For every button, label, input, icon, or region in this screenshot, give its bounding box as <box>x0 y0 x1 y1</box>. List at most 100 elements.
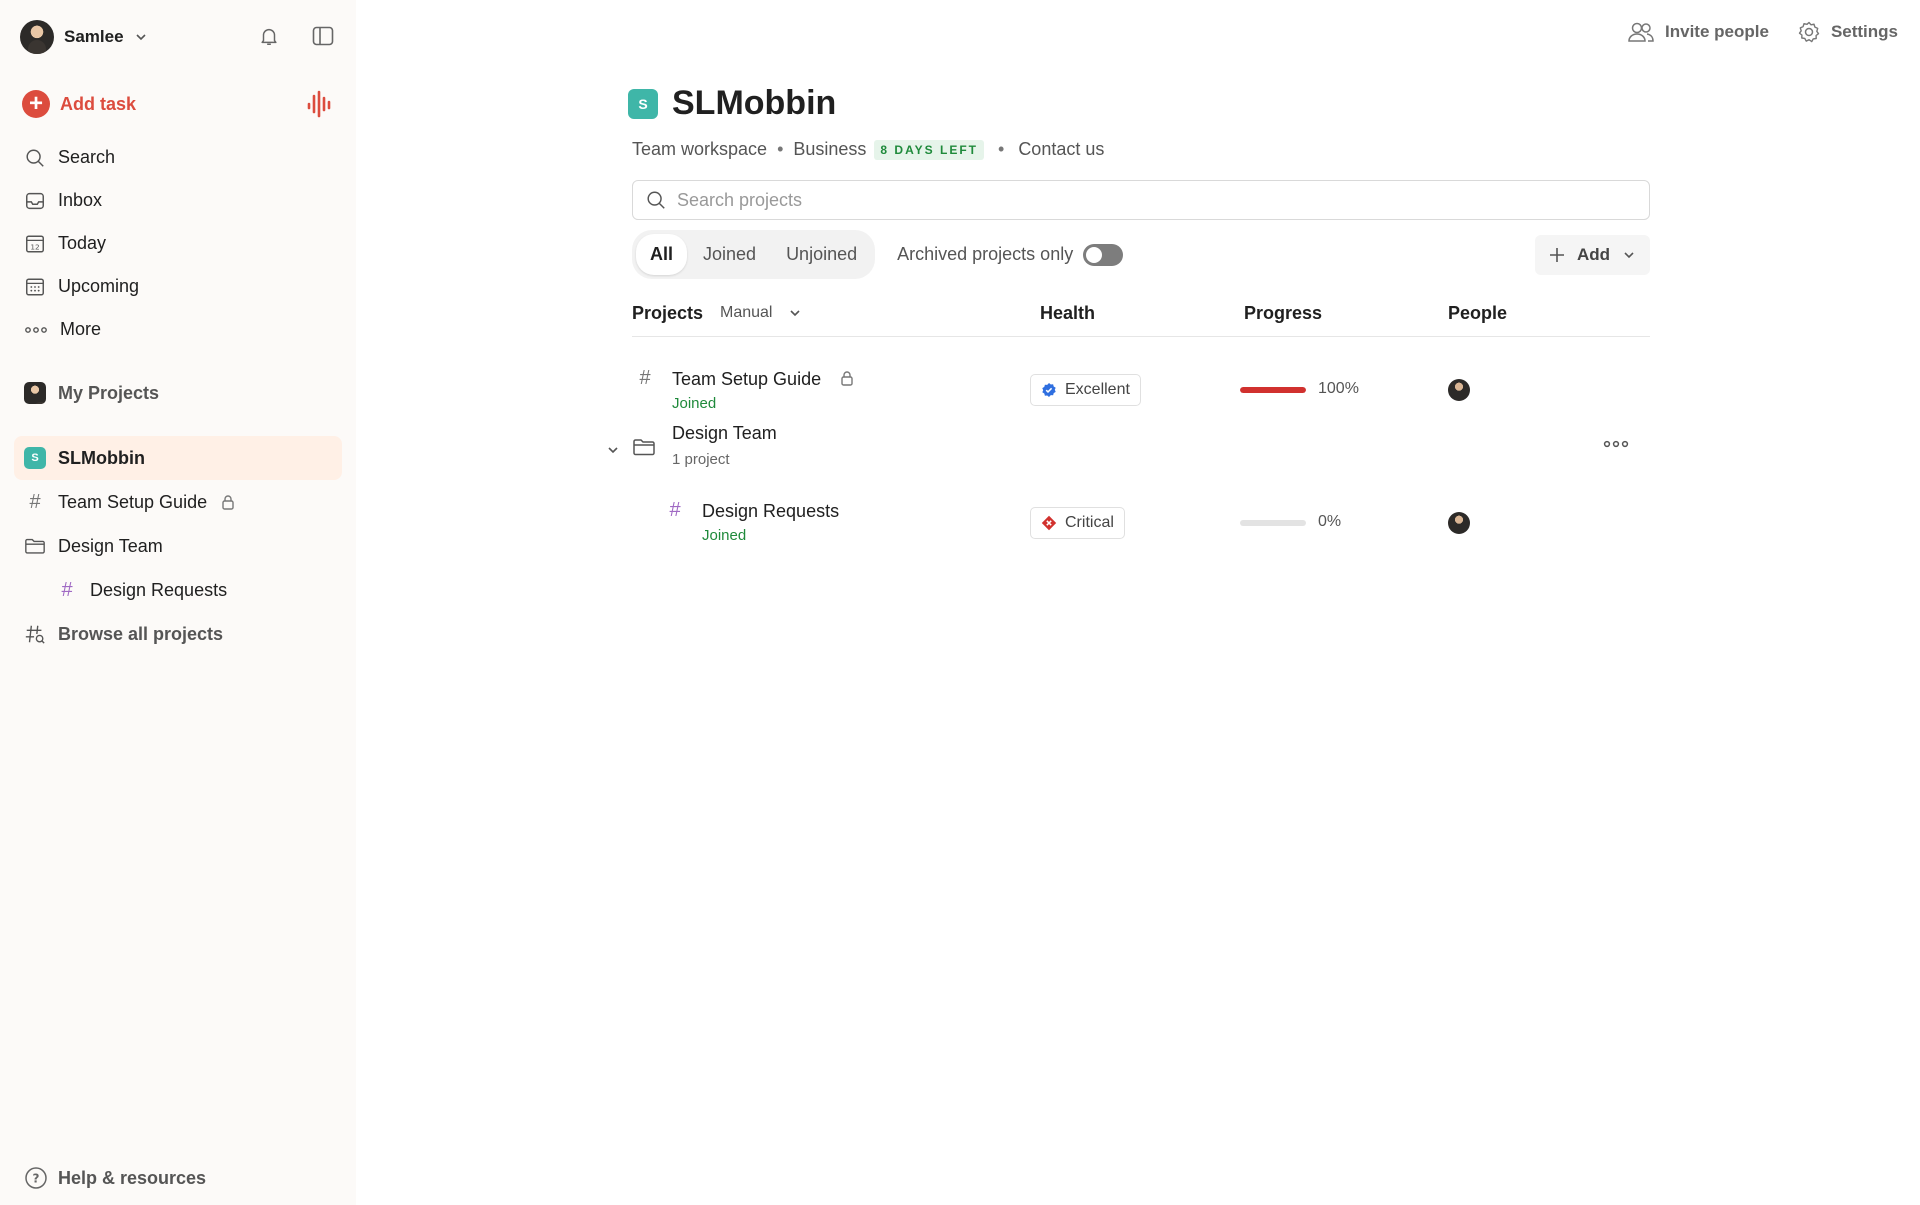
sidebar-item-team-setup-guide[interactable]: # Team Setup Guide <box>14 480 342 524</box>
browse-all-projects-link[interactable]: Browse all projects <box>14 612 342 656</box>
more-options-icon[interactable] <box>1602 437 1630 451</box>
sidebar-item-design-team[interactable]: Design Team <box>14 524 342 568</box>
sidebar-item-design-requests[interactable]: # Design Requests <box>14 568 342 612</box>
plan-name: Business <box>793 139 867 159</box>
lock-icon <box>841 371 853 386</box>
invite-people-button[interactable]: Invite people <box>1627 21 1769 43</box>
column-health: Health <box>1040 303 1096 323</box>
progress-percent: 0% <box>1318 513 1342 530</box>
table-row-team-setup-guide[interactable]: # Team Setup Guide Joined Excellent 100% <box>632 337 1650 413</box>
help-resources-link[interactable]: ? Help & resources <box>24 1166 206 1190</box>
header-actions: Invite people Settings <box>1627 20 1898 44</box>
nav-item-upcoming[interactable]: Upcoming <box>14 265 342 308</box>
critical-badge-icon <box>1041 515 1057 531</box>
health-badge[interactable]: Excellent <box>1030 374 1141 406</box>
nav-label: More <box>60 319 102 339</box>
add-task-button[interactable]: + Add task <box>22 90 136 118</box>
user-name: Samlee <box>64 27 124 46</box>
table-row-design-team[interactable]: Design Team 1 project <box>608 413 1650 493</box>
sidebar-item-workspace[interactable]: S SLMobbin <box>14 436 342 480</box>
search-icon <box>26 148 44 167</box>
my-projects-avatar <box>24 382 46 404</box>
folder-icon <box>633 439 655 456</box>
member-avatar[interactable] <box>1448 379 1470 401</box>
folder-name[interactable]: Design Team <box>672 423 777 444</box>
contact-us-link[interactable]: Contact us <box>1018 139 1104 160</box>
tab-all[interactable]: All <box>636 234 688 275</box>
app-root: Samlee + Add task Search Inbox 12 Today … <box>0 0 1920 1205</box>
archived-filter: Archived projects only <box>897 243 1124 266</box>
ramble-button[interactable] <box>306 90 332 123</box>
separator-dot: • <box>998 139 1005 159</box>
workspace-subtitle: Team workspace • Business 8 DAYS LEFT • … <box>628 139 1650 160</box>
hash-icon: # <box>29 490 41 513</box>
project-name[interactable]: Design Requests <box>702 501 839 522</box>
bell-icon <box>261 28 277 45</box>
collapse-chevron-icon[interactable] <box>606 443 620 457</box>
project-label: Team Setup Guide <box>58 491 208 512</box>
member-avatar[interactable] <box>1448 512 1470 534</box>
projects-table-header: Projects Manual Health Progress People <box>632 303 1650 337</box>
progress-bar <box>1240 387 1306 393</box>
joined-status: Joined <box>702 527 747 544</box>
tab-unjoined[interactable]: Unjoined <box>772 234 871 275</box>
chevron-down-icon <box>1624 251 1634 258</box>
notifications-button[interactable] <box>255 22 283 50</box>
column-people: People <box>1448 303 1508 323</box>
plus-circle-icon: + <box>22 90 50 118</box>
settings-button[interactable]: Settings <box>1797 20 1898 44</box>
nav-label: Today <box>58 233 107 253</box>
joined-status: Joined <box>672 395 717 412</box>
sort-label: Manual <box>720 304 773 321</box>
tab-joined[interactable]: Joined <box>689 234 770 275</box>
page-title: SLMobbin <box>672 84 837 122</box>
archived-toggle[interactable] <box>1083 243 1124 266</box>
health-badge[interactable]: Critical <box>1030 507 1125 539</box>
lock-icon <box>222 495 234 510</box>
search-projects-input[interactable] <box>677 189 1577 211</box>
soundwave-icon <box>307 90 331 118</box>
add-label: Add <box>1576 244 1610 264</box>
add-task-label: Add task <box>60 93 137 114</box>
table-row-design-requests[interactable]: # Design Requests Joined Critical 0% <box>632 493 1650 573</box>
progress-percent: 100% <box>1318 380 1359 397</box>
workspace-badge: S <box>24 447 46 469</box>
browse-hash-search-icon <box>25 625 45 644</box>
toggle-sidebar-button[interactable] <box>309 22 337 50</box>
column-progress: Progress <box>1244 303 1323 323</box>
search-icon <box>647 191 665 209</box>
hash-icon: # <box>61 578 73 601</box>
add-project-button[interactable]: Add <box>1534 234 1650 275</box>
help-circle-icon: ? <box>25 1167 47 1189</box>
my-projects-link[interactable]: My Projects <box>14 371 342 415</box>
filter-row: All Joined Unjoined Archived projects on… <box>632 230 1650 279</box>
sort-dropdown[interactable]: Manual <box>720 304 802 322</box>
chevron-down-icon <box>135 34 146 41</box>
title-row: S SLMobbin <box>628 84 1650 123</box>
progress-bar <box>1240 520 1306 526</box>
my-projects-section: My Projects <box>14 371 342 415</box>
svg-text:?: ? <box>33 1172 40 1186</box>
workspace-section: S SLMobbin # Team Setup Guide Design Tea… <box>14 436 342 656</box>
column-projects: Projects <box>632 303 704 323</box>
avatar <box>20 20 54 54</box>
archived-label: Archived projects only <box>897 244 1074 264</box>
user-menu[interactable]: Samlee <box>20 20 148 54</box>
nav-item-today[interactable]: 12 Today <box>14 222 342 265</box>
nav-label: Inbox <box>58 190 103 210</box>
project-filter-tabs: All Joined Unjoined <box>632 230 876 279</box>
help-label: Help & resources <box>58 1167 207 1188</box>
nav-item-inbox[interactable]: Inbox <box>14 179 342 222</box>
nav-label: Upcoming <box>58 276 140 296</box>
progress-fill <box>1240 387 1306 393</box>
invite-label: Invite people <box>1665 22 1769 41</box>
nav-item-more[interactable]: More <box>14 308 342 351</box>
sidebar-top-icons <box>255 22 337 50</box>
project-name[interactable]: Team Setup Guide <box>672 369 821 390</box>
health-label: Critical <box>1065 514 1114 531</box>
health-label: Excellent <box>1065 381 1130 398</box>
gear-icon <box>1798 21 1820 43</box>
nav-item-search[interactable]: Search <box>14 136 342 179</box>
separator-dot: • <box>777 139 784 159</box>
folder-count: 1 project <box>672 451 730 468</box>
